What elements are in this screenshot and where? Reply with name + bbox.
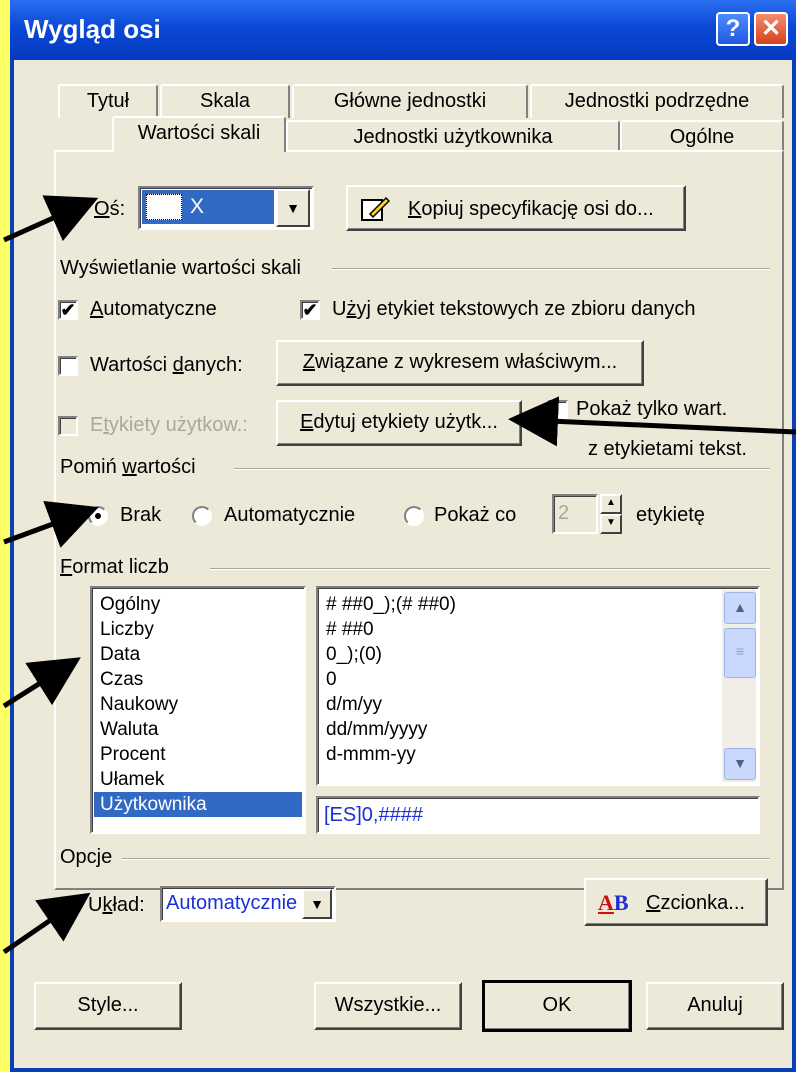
arrow-axis: [2, 195, 99, 243]
arrow-edit-labels: [508, 396, 796, 447]
tab-wartosci-skali[interactable]: Wartości skali: [112, 116, 286, 152]
arrow-layout: [2, 892, 91, 955]
annotation-arrows: [2, 195, 796, 955]
arrow-skip-values: [3, 500, 99, 548]
arrow-number-format: [2, 657, 81, 709]
